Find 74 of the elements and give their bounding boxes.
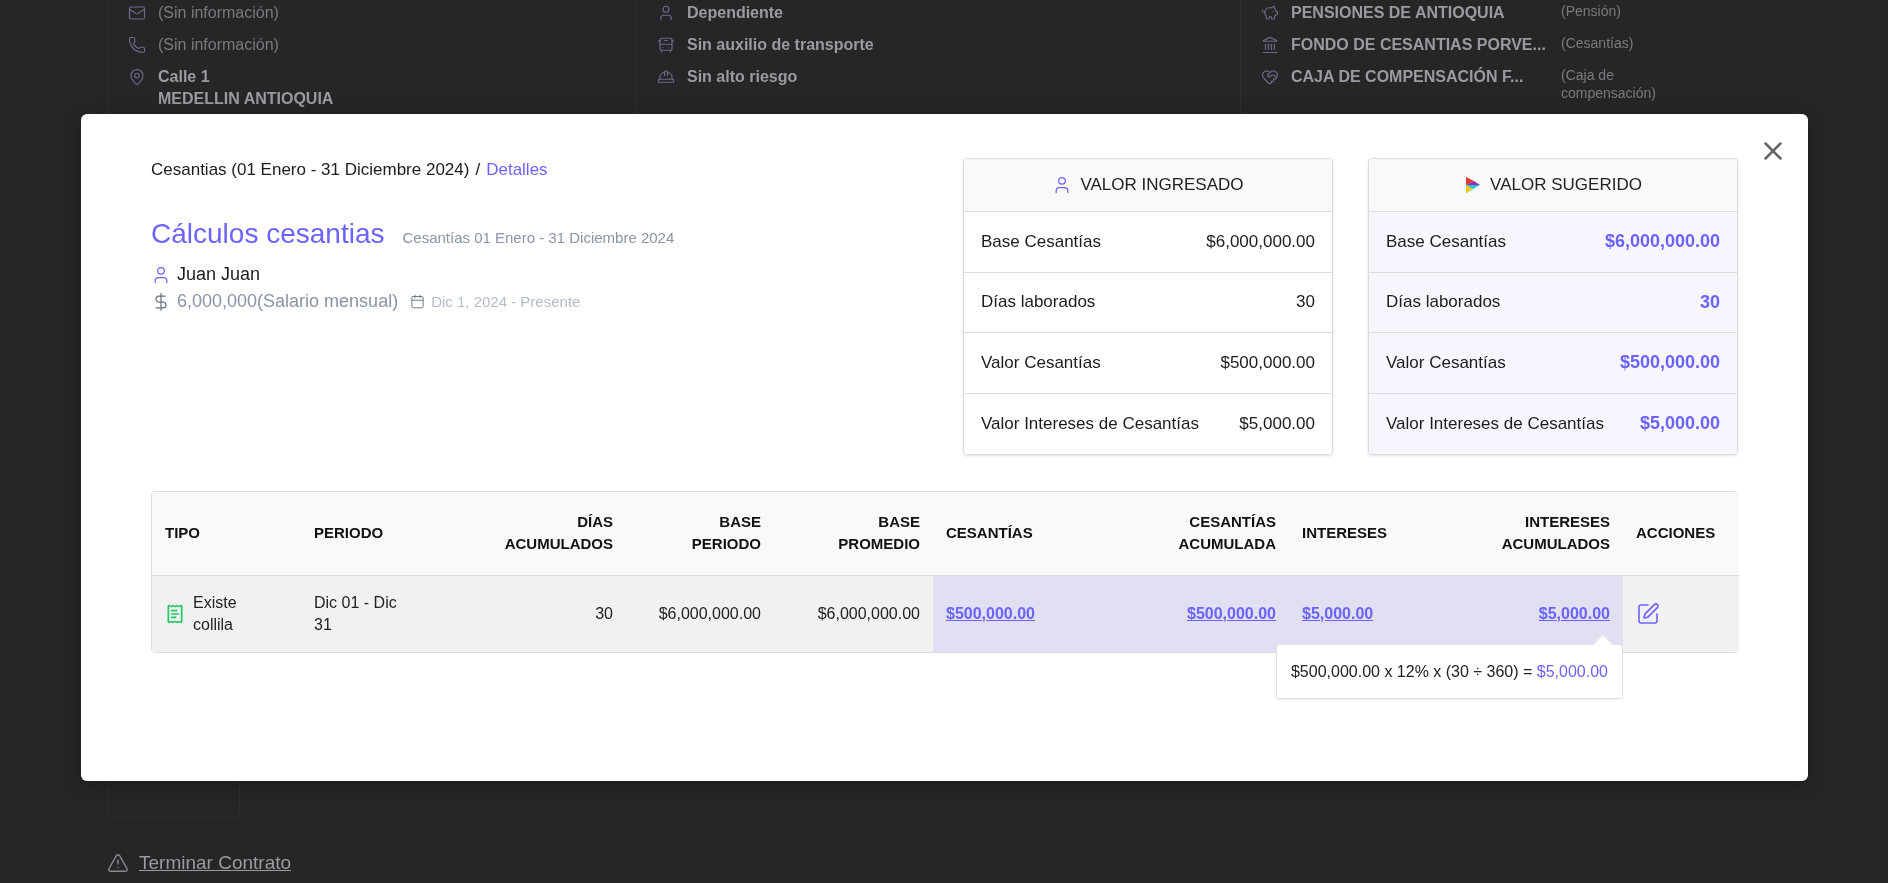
piggy-bank-icon [1261,4,1279,22]
column-header: BASE PROMEDIO [774,492,933,575]
period-subtitle: Cesantías 01 Enero - 31 Diciembre 2024 [402,229,675,246]
value-label: Base Cesantías [1386,231,1506,252]
phone-icon [128,36,146,54]
formula-text: $500,000.00 x 12% x (30 ÷ 360) = $5,000.00 [1290,661,1608,682]
value-amount: 30 [1699,291,1720,313]
value-amount: $500,000.00 [1220,352,1315,373]
entity-name: CAJA DE COMPENSACIÓN F... [1291,66,1524,87]
value-label: Valor Cesantías [1386,352,1506,373]
card-title: VALOR SUGERIDO [1490,175,1642,195]
bank-icon [1261,36,1279,54]
value-label: Valor Intereses de Cesantías [1386,413,1604,434]
breadcrumb-link[interactable]: Detalles [486,160,548,180]
edit-icon [1636,601,1660,626]
days-text: 30 [595,604,613,622]
entity-type: (Caja de compensación) [1561,66,1657,102]
entity-type: (Pensión) [1561,2,1622,20]
entity-name: FONDO DE CESANTIAS PORVE... [1291,35,1546,55]
calendar-icon [410,294,426,309]
address-text: MEDELLIN ANTIOQUIA [158,89,334,109]
terminate-contract-link[interactable]: Terminar Contrato [139,852,292,874]
column-header: CESANTÍAS ACUMULADA [1101,492,1289,575]
warning-icon [107,852,129,874]
edit-button[interactable] [1636,601,1660,626]
heart-hand-icon [1261,68,1279,86]
period-text: Dic 01 - Dic 31 [314,592,398,635]
contract-detail: Sin alto riesgo [687,67,798,87]
column-header: PERIODO [301,492,451,575]
column-header: DÍAS ACUMULADOS [451,492,626,575]
mail-icon [128,4,146,22]
bus-icon [657,36,675,54]
column-header: INTERESES ACUMULADOS [1421,492,1623,575]
entity-type: (Cesantías) [1561,34,1635,52]
value-amount: $500,000.00 [1619,352,1720,374]
contract-detail: Dependiente [687,3,783,23]
value-amount: 30 [1296,292,1315,313]
column-header: TIPO [152,492,301,575]
contact-text: (Sin información) [158,3,279,23]
value-label: Valor Cesantías [981,352,1101,373]
column-header: CESANTÍAS [933,492,1101,575]
receipt-icon [165,603,185,624]
value-amount: $6,000,000.00 [1604,231,1720,253]
amount-link[interactable]: $5,000.00 [1538,604,1610,622]
value-label: Días laborados [1386,292,1501,313]
salary-text: 6,000,000(Salario mensual) [177,291,399,312]
amount-link[interactable]: $5,000.00 [1302,604,1374,622]
helmet-icon [657,68,675,86]
entity-name: PENSIONES DE ANTIOQUIA [1291,3,1505,23]
contact-text: (Sin información) [158,35,279,55]
date-range: Dic 1, 2024 - Presente [431,293,581,310]
value-label: Base Cesantías [981,231,1101,252]
modal-title: Cálculos cesantias [151,218,385,250]
type-text: Existe collila [193,592,238,635]
amount-text: $6,000,000.00 [658,604,761,622]
column-header: INTERESES [1289,492,1421,575]
contract-detail: Sin auxilio de transporte [687,35,874,55]
value-label: Días laborados [981,292,1096,313]
value-amount: $6,000,000.00 [1206,231,1315,252]
amount-link[interactable]: $500,000.00 [1187,604,1276,622]
breadcrumb-text: Cesantias (01 Enero - 31 Diciembre 2024) [151,160,470,180]
column-header: ACCIONES [1623,492,1739,575]
map-pin-icon [128,68,146,86]
breadcrumb-separator: / [475,160,481,180]
value-amount: $5,000.00 [1239,413,1315,434]
value-amount: $5,000.00 [1639,413,1720,435]
card-title: VALOR INGRESADO [1080,175,1244,195]
employee-name: Juan Juan [177,264,261,285]
address-text: Calle 1 [158,67,211,87]
user-icon [657,4,675,22]
value-label: Valor Intereses de Cesantías [981,413,1199,434]
column-header: BASE PERIODO [626,492,774,575]
amount-link[interactable]: $500,000.00 [946,604,1035,622]
amount-text: $6,000,000.00 [817,604,920,622]
